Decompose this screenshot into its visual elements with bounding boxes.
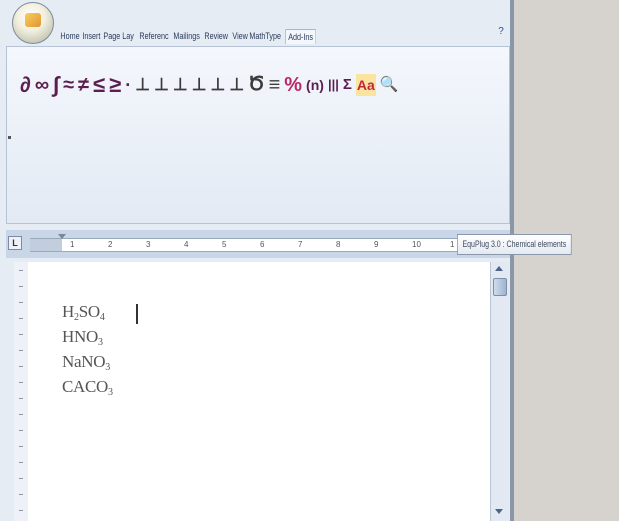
ruler-number: 4 xyxy=(184,240,189,249)
script-layout-icon-2[interactable]: ⊥ xyxy=(154,74,169,96)
tab-mailings[interactable]: Mailings xyxy=(171,29,202,43)
document-line[interactable]: NaNO3 xyxy=(62,352,110,373)
middle-dot-icon[interactable]: · xyxy=(125,74,131,96)
chemical-elements-icon[interactable]: Aa xyxy=(355,74,376,96)
formula-subscript: 4 xyxy=(99,312,105,323)
ruler-number: 7 xyxy=(298,240,303,249)
ruler-number: 3 xyxy=(146,240,151,249)
identical-icon[interactable]: ≡ xyxy=(269,74,281,96)
script-layout-icon-1[interactable]: ⊥ xyxy=(135,74,150,96)
tab-mathtype[interactable]: MathType xyxy=(247,29,283,43)
tab-insert[interactable]: Insert xyxy=(80,29,103,43)
vertical-scrollbar[interactable] xyxy=(490,262,509,521)
formula-subscript: 3 xyxy=(105,362,110,373)
vertical-ruler-tick xyxy=(19,430,23,431)
ribbon-dot xyxy=(8,136,11,139)
infinity-icon[interactable]: ∞ xyxy=(35,74,49,96)
page-left-margin xyxy=(28,262,46,521)
tab-page-lay[interactable]: Page Lay xyxy=(101,29,136,43)
vertical-ruler-tick xyxy=(19,414,23,415)
greater-equal-icon[interactable]: ≥ xyxy=(109,74,121,96)
ruler-number: 1 xyxy=(70,240,75,249)
ruler-number: 9 xyxy=(374,240,379,249)
document-line[interactable]: H2SO4 xyxy=(62,302,105,323)
indent-marker[interactable] xyxy=(58,234,66,239)
script-layout-icon-6[interactable]: ⊥ xyxy=(229,74,244,96)
scroll-thumb[interactable] xyxy=(493,278,507,296)
ruler-number: 8 xyxy=(336,240,341,249)
vertical-ruler-tick xyxy=(19,366,23,367)
vertical-ruler-tick xyxy=(19,350,23,351)
ruler-number: 6 xyxy=(260,240,265,249)
desktop-background xyxy=(514,0,619,521)
formula-subscript: 3 xyxy=(97,337,103,348)
integral-icon[interactable]: ∫ xyxy=(53,74,59,96)
magnifier-icon[interactable]: 🔍 xyxy=(380,74,399,96)
vertical-ruler-tick xyxy=(19,318,23,319)
script-layout-icon-5[interactable]: ⊥ xyxy=(211,74,226,96)
formula-part: SO xyxy=(78,302,100,321)
vertical-ruler xyxy=(14,262,29,521)
horizontal-ruler[interactable]: 1 2 3 4 5 6 7 8 9 10 1 xyxy=(62,238,458,252)
vertical-ruler-tick xyxy=(19,446,23,447)
equation-toolbar: ∂ ∞ ∫ ≈ ≠ ≤ ≥ · ⊥ ⊥ ⊥ ⊥ ⊥ ⊥ Ծ ≡% (n) ||| Σ Aa 🔍 xyxy=(20,74,402,96)
sum-icon[interactable]: Σ xyxy=(343,74,352,96)
partial-derivative-icon[interactable]: ∂ xyxy=(20,74,31,96)
ruler-number: 2 xyxy=(108,240,113,249)
formula-subscript: 3 xyxy=(108,387,113,398)
fraction-icon[interactable]: % xyxy=(284,74,302,96)
vertical-ruler-tick xyxy=(19,494,23,495)
scroll-up-icon[interactable] xyxy=(495,266,503,271)
approx-equal-icon[interactable]: ≈ xyxy=(63,74,74,96)
help-icon[interactable]: ? xyxy=(495,26,507,40)
formula-part: NaNO xyxy=(62,352,106,371)
office-logo-icon xyxy=(25,13,41,27)
arc-icon[interactable]: Ծ xyxy=(248,74,264,96)
ribbon-tabbar: Home Insert Page Lay Referenc Mailings Review… xyxy=(58,26,316,46)
vertical-ruler-tick xyxy=(19,510,23,511)
less-equal-icon[interactable]: ≤ xyxy=(93,74,105,96)
ribbon-panel xyxy=(6,46,510,224)
vertical-ruler-tick xyxy=(19,286,23,287)
text-caret xyxy=(136,304,138,324)
scroll-down-icon[interactable] xyxy=(495,509,503,514)
document-line[interactable]: CACO3 xyxy=(62,377,113,398)
formula-part: H xyxy=(62,302,74,321)
vertical-ruler-tick xyxy=(19,382,23,383)
vertical-ruler-tick xyxy=(19,478,23,479)
script-layout-icon-3[interactable]: ⊥ xyxy=(173,74,188,96)
tab-home[interactable]: Home xyxy=(58,29,82,43)
ruler-number: 1 xyxy=(450,240,455,249)
vertical-ruler-tick xyxy=(19,302,23,303)
parenthesis-icon[interactable]: (n) xyxy=(306,74,324,96)
not-equal-icon[interactable]: ≠ xyxy=(78,74,89,96)
vertical-ruler-tick xyxy=(19,462,23,463)
ruler-number: 10 xyxy=(412,240,421,249)
tab-add-ins[interactable]: Add-Ins xyxy=(284,28,316,44)
vertical-ruler-tick xyxy=(19,334,23,335)
tab-referenc[interactable]: Referenc xyxy=(137,29,171,43)
ruler-margin xyxy=(30,238,62,252)
matrix-icon[interactable]: ||| xyxy=(328,74,339,96)
vertical-ruler-tick xyxy=(19,398,23,399)
formula-part: HNO xyxy=(62,327,98,346)
script-layout-icon-4[interactable]: ⊥ xyxy=(192,74,207,96)
ruler-number: 5 xyxy=(222,240,227,249)
document-line[interactable]: HNO3 xyxy=(62,327,103,348)
tab-selector-button[interactable]: L xyxy=(8,236,22,250)
formula-part: CACO xyxy=(62,377,109,396)
tab-review[interactable]: Review xyxy=(202,29,230,43)
office-button[interactable] xyxy=(12,2,54,44)
vertical-ruler-tick xyxy=(19,270,23,271)
tooltip: EquPlug 3.0 : Chemical elements xyxy=(457,234,572,255)
